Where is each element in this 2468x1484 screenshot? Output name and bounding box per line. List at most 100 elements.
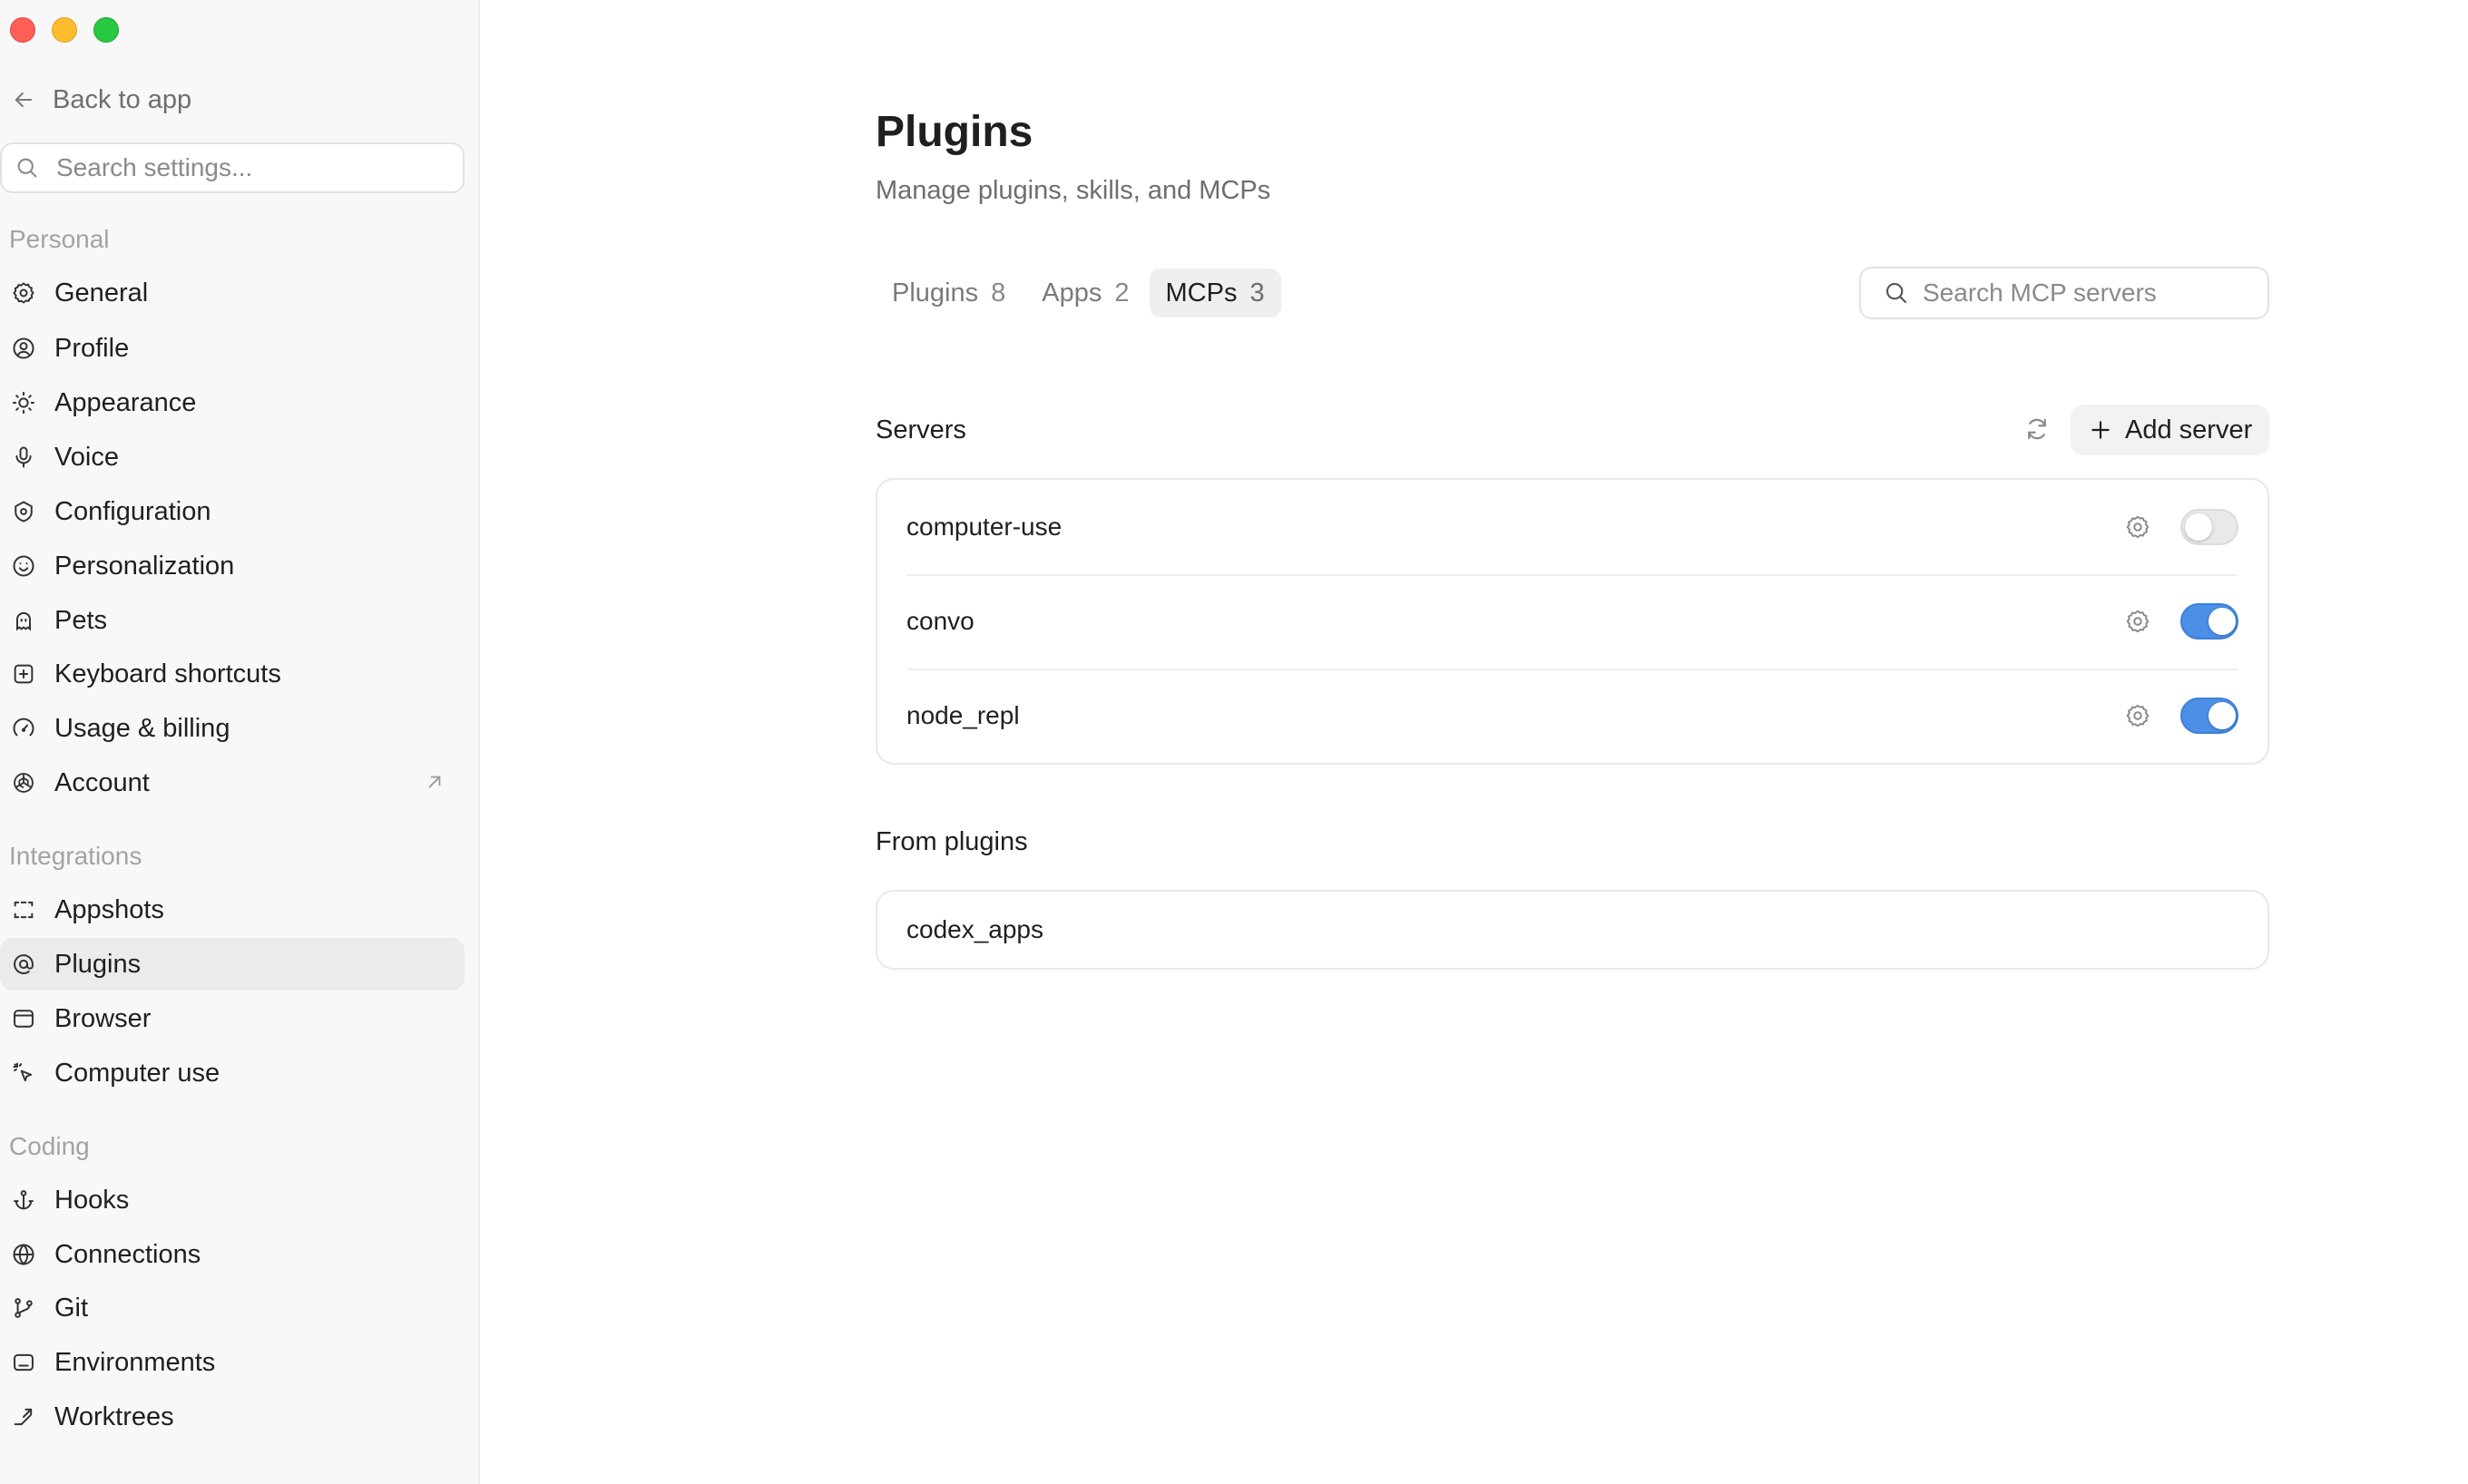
settings-search[interactable] [0,142,465,193]
sidebar-item-pets[interactable]: Pets [0,594,465,647]
server-name: computer-use [906,513,1063,541]
sidebar-item-label: Computer use [54,1058,220,1088]
browser-window-icon [14,1010,34,1028]
user-circle-icon [13,337,34,359]
zoom-window-button[interactable] [93,17,119,43]
terminal-window-icon [14,1353,34,1372]
sidebar-item-label: Personalization [54,551,235,581]
settings-search-input[interactable] [56,153,455,182]
sidebar-item-label: Pets [54,605,108,635]
settings-main: Plugins Manage plugins, skills, and MCPs… [482,0,2468,1484]
tab-mcps[interactable]: MCPs 3 [1149,268,1281,317]
minimize-window-button[interactable] [52,17,77,43]
servers-list: computer-use convo node_repl [876,478,2269,765]
sidebar-item-label: Connections [54,1239,201,1269]
arrow-left-icon [15,92,33,108]
page-subtitle: Manage plugins, skills, and MCPs [876,176,1271,205]
section-label-coding: Coding [9,1132,90,1160]
server-row-node-repl: node_repl [877,669,2267,763]
mcp-search[interactable] [1859,267,2269,319]
sidebar-item-computer-use[interactable]: Computer use [0,1047,465,1099]
anchor-icon [14,1190,34,1210]
section-label-personal: Personal [9,225,110,253]
server-enable-toggle[interactable] [2180,603,2238,639]
back-to-app-label: Back to app [53,84,192,114]
settings-sidebar: Back to app Personal General Profile App… [0,0,480,1484]
plugin-server-row-codex-apps[interactable]: codex_apps [877,892,2267,968]
sidebar-item-git[interactable]: Git [0,1282,465,1334]
sidebar-item-personalization[interactable]: Personalization [0,540,465,592]
gauge-icon [13,718,34,737]
sidebar-item-label: Git [54,1293,89,1323]
sidebar-item-general[interactable]: General [0,267,465,319]
globe-icon [13,1244,34,1265]
sidebar-item-worktrees[interactable]: Worktrees [0,1391,465,1443]
plugin-tabs: Plugins 8 Apps 2 MCPs 3 [876,268,1281,317]
sidebar-item-environments[interactable]: Environments [0,1336,465,1389]
server-settings-gear-icon[interactable] [2124,702,2151,729]
tab-count: 2 [1114,278,1130,308]
mcp-search-input[interactable] [1923,278,2267,308]
screenshot-frame-icon [14,901,34,919]
sidebar-item-label: Appearance [54,387,197,417]
sidebar-item-keyboard-shortcuts[interactable]: Keyboard shortcuts [0,648,465,700]
from-plugins-heading: From plugins [876,827,1028,856]
back-to-app-link[interactable]: Back to app [11,80,191,120]
server-settings-gear-icon[interactable] [2124,608,2151,635]
sidebar-item-configuration[interactable]: Configuration [0,485,465,538]
server-row-computer-use: computer-use [877,480,2267,574]
sidebar-item-voice[interactable]: Voice [0,431,465,483]
sidebar-item-hooks[interactable]: Hooks [0,1174,465,1226]
tab-label: Apps [1042,278,1102,308]
toggle-knob [2185,513,2212,541]
sidebar-item-account[interactable]: Account [0,757,465,809]
sidebar-item-label: Browser [54,1003,152,1033]
sidebar-item-label: Profile [54,333,130,363]
plugin-at-icon [14,954,34,974]
server-enable-toggle[interactable] [2180,698,2238,734]
sidebar-item-appshots[interactable]: Appshots [0,884,465,936]
smile-circle-icon [13,555,34,577]
openai-logo-icon [14,773,34,793]
tab-label: Plugins [892,278,979,308]
sidebar-item-usage-billing[interactable]: Usage & billing [0,702,465,755]
server-row-convo: convo [877,574,2267,669]
sidebar-item-label: Worktrees [54,1401,174,1431]
pet-icon [16,611,31,631]
toggle-knob [2208,702,2236,729]
keyboard-command-icon [14,664,34,684]
tab-plugins[interactable]: Plugins 8 [876,268,1022,317]
sidebar-item-label: Appshots [54,894,164,924]
sidebar-item-connections[interactable]: Connections [0,1228,465,1281]
shield-gear-icon [15,501,33,522]
sidebar-item-browser[interactable]: Browser [0,992,465,1045]
search-icon [1885,282,1907,304]
server-settings-gear-icon[interactable] [2124,513,2151,541]
cursor-click-icon [13,1062,33,1082]
sidebar-item-label: Voice [54,442,119,472]
close-window-button[interactable] [10,17,35,43]
sidebar-item-profile[interactable]: Profile [0,322,465,375]
tab-apps[interactable]: Apps 2 [1025,268,1145,317]
server-name: convo [906,607,974,635]
search-icon [17,158,37,178]
add-server-button[interactable]: Add server [2071,405,2269,455]
servers-heading: Servers [876,415,966,444]
server-name: node_repl [906,701,1020,729]
server-enable-toggle[interactable] [2180,509,2238,545]
tab-count: 8 [991,278,1006,308]
plus-icon [2091,421,2110,439]
sidebar-item-plugins[interactable]: Plugins [0,938,465,991]
sidebar-item-appearance[interactable]: Appearance [0,376,465,429]
tab-label: MCPs [1165,278,1238,308]
worktree-icon [14,1408,33,1426]
window-controls [10,17,119,43]
refresh-icon [2028,418,2046,440]
external-link-arrow-icon [428,776,441,788]
sidebar-item-label: General [54,278,149,308]
tab-count: 3 [1249,278,1265,308]
refresh-button[interactable] [2021,413,2053,445]
settings-window: Back to app Personal General Profile App… [0,0,2468,1484]
sun-icon [12,391,35,415]
gear-icon [13,282,34,304]
